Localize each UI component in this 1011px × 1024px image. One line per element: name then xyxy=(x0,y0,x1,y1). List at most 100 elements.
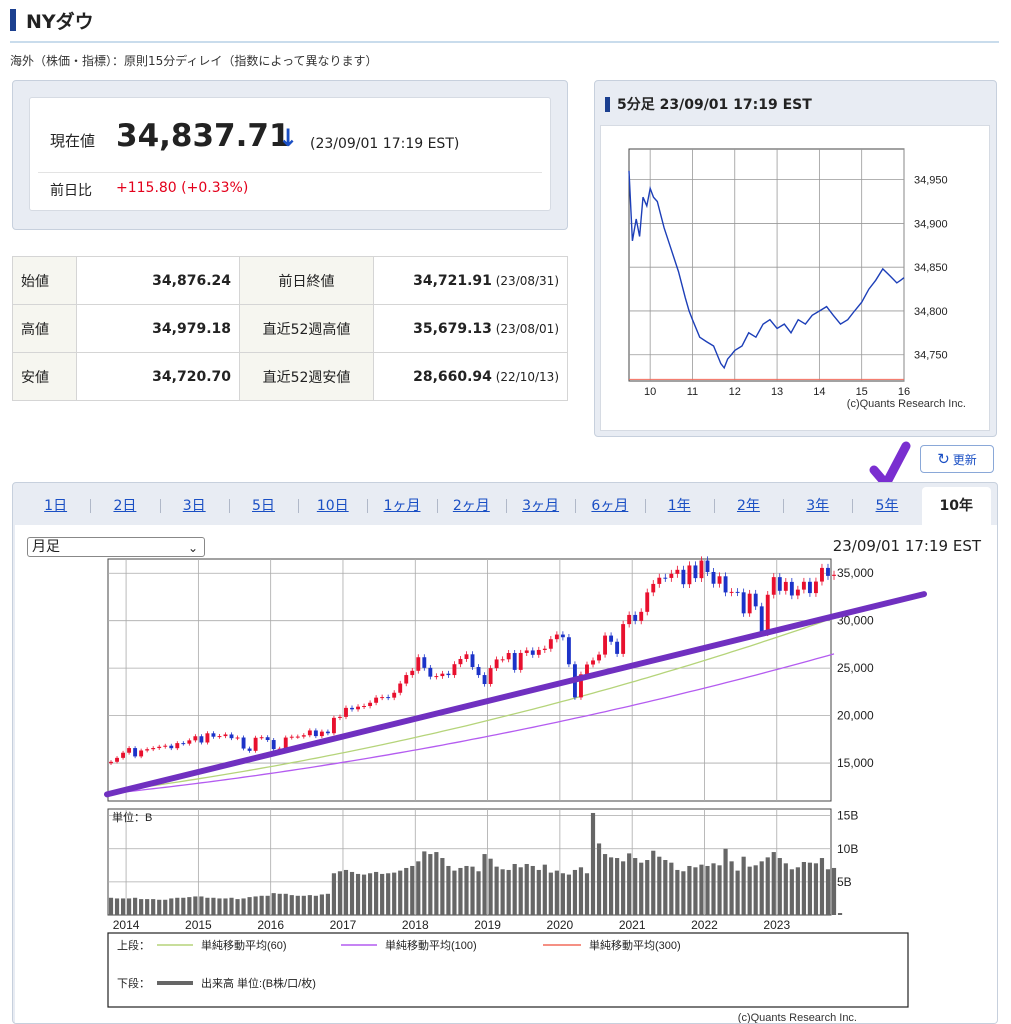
candle-body xyxy=(518,652,523,670)
tab-period[interactable]: 3ヶ月 xyxy=(505,487,575,525)
candle-body xyxy=(404,675,409,684)
candle-body xyxy=(181,743,186,745)
tab-period[interactable]: 6ヶ月 xyxy=(575,487,644,525)
candle-body xyxy=(187,740,192,744)
candle-body xyxy=(350,707,354,710)
price-box: 現在値 34,837.71 ↓ (23/09/01 17:19 EST) 前日比… xyxy=(29,97,551,211)
stats-value2-date: (22/10/13) xyxy=(491,369,559,384)
volume-bar xyxy=(687,865,692,915)
tab-period[interactable]: 5年 xyxy=(852,487,921,525)
tab-period[interactable]: 3年 xyxy=(783,487,852,525)
volume-bar xyxy=(428,854,433,915)
refresh-icon: ↻ xyxy=(937,450,950,468)
volume-bar xyxy=(548,872,553,915)
candle-body xyxy=(645,592,650,612)
volume-bar xyxy=(175,897,180,915)
volume-bar xyxy=(235,899,240,915)
candle-body xyxy=(723,576,728,593)
candle-body xyxy=(512,653,517,670)
candle-body xyxy=(193,736,198,741)
volume-bar xyxy=(337,871,343,915)
volume-bar xyxy=(301,895,306,915)
tab-period[interactable]: 5日 xyxy=(228,487,298,525)
candle-body xyxy=(663,577,668,579)
volume-bar xyxy=(813,863,819,915)
candle-body xyxy=(380,697,385,699)
candle-body xyxy=(464,654,469,659)
volume-bar xyxy=(114,898,120,915)
volume-bar xyxy=(295,895,300,915)
volume-bar xyxy=(837,913,843,915)
volume-bar xyxy=(693,867,698,915)
main-chart-box: 2014 2015 2016 2017 2018 2019 2020 2021 2022 2023… xyxy=(15,525,997,1023)
candle-body xyxy=(476,667,481,676)
change-value: +115.80 (+0.33%) xyxy=(116,180,249,196)
candle-body xyxy=(392,692,397,698)
volume-bar xyxy=(584,873,590,915)
volume-bar xyxy=(126,898,132,915)
candle-body xyxy=(524,650,529,653)
volume-bar xyxy=(500,869,505,915)
candle-body xyxy=(205,733,210,743)
volume-bar xyxy=(253,896,258,915)
volume-bar xyxy=(392,872,397,915)
tab-period[interactable]: 1年 xyxy=(644,487,714,525)
stats-row: 高値 34,979.18 直近52週高値 35,679.13 (23/08/01) xyxy=(12,304,568,353)
title-marker xyxy=(605,96,610,112)
volume-bar xyxy=(705,865,710,915)
tab-period[interactable]: 1日 xyxy=(21,487,90,525)
candle-body xyxy=(446,673,451,676)
stats-key: 安値 xyxy=(12,352,77,401)
tab-period[interactable]: 3日 xyxy=(159,487,229,525)
tab-period[interactable]: 10年 xyxy=(921,487,991,525)
legend-lower-label: 下段： xyxy=(117,976,150,990)
volume-bar xyxy=(615,858,620,915)
volume-bar xyxy=(133,897,138,915)
candle-body xyxy=(133,748,138,757)
current-price-label: 現在値 xyxy=(50,132,96,150)
candle-body xyxy=(127,748,132,753)
candle-body xyxy=(211,733,216,737)
period-tabs: 1日 2日 3日 5日 10日 1ヶ月 2ヶ月 3ヶ月 6ヶ月 1年 2年 3年 5年 10年 xyxy=(21,487,991,525)
candle-body xyxy=(705,560,710,572)
volume-bar xyxy=(205,897,210,915)
volume-bar xyxy=(645,860,650,915)
volume-bar xyxy=(349,871,355,915)
header-divider xyxy=(10,41,999,43)
volume-bar xyxy=(458,867,463,915)
page-header: NYダウ xyxy=(10,6,94,34)
candle-body xyxy=(121,752,126,758)
candle-body xyxy=(325,731,330,734)
stats-key: 高値 xyxy=(12,304,77,353)
period-select[interactable]: 月足 ⌄ xyxy=(27,537,205,557)
tab-period[interactable]: 2ヶ月 xyxy=(436,487,506,525)
candle-body xyxy=(331,717,336,734)
volume-bar xyxy=(452,870,457,915)
header-marker xyxy=(10,9,16,31)
candle-body xyxy=(175,743,180,749)
volume-tick-label: 15B xyxy=(837,809,858,823)
candle-body xyxy=(813,581,818,594)
refresh-button[interactable]: ↻ 更新 xyxy=(920,445,994,473)
candle-body xyxy=(488,668,493,685)
stats-key2: 直近52週安値 xyxy=(239,352,374,401)
candle-body xyxy=(313,730,318,737)
volume-bar xyxy=(741,856,746,915)
volume-bar xyxy=(560,873,565,915)
volume-bar xyxy=(759,861,764,915)
volume-bar xyxy=(416,861,421,915)
candle-body xyxy=(765,594,770,633)
tab-period[interactable]: 1ヶ月 xyxy=(367,487,436,525)
volume-bar xyxy=(283,893,288,915)
tab-period[interactable]: 10日 xyxy=(298,487,367,525)
candle-body xyxy=(265,737,270,741)
tab-period[interactable]: 2年 xyxy=(713,487,783,525)
tab-period[interactable]: 2日 xyxy=(90,487,159,525)
volume-bar xyxy=(669,862,674,915)
volume-bar xyxy=(380,873,385,915)
candle-body xyxy=(307,730,312,736)
volume-bar xyxy=(151,899,156,915)
candle-body xyxy=(470,654,475,668)
candle-body xyxy=(832,574,836,576)
candle-body xyxy=(675,569,680,574)
